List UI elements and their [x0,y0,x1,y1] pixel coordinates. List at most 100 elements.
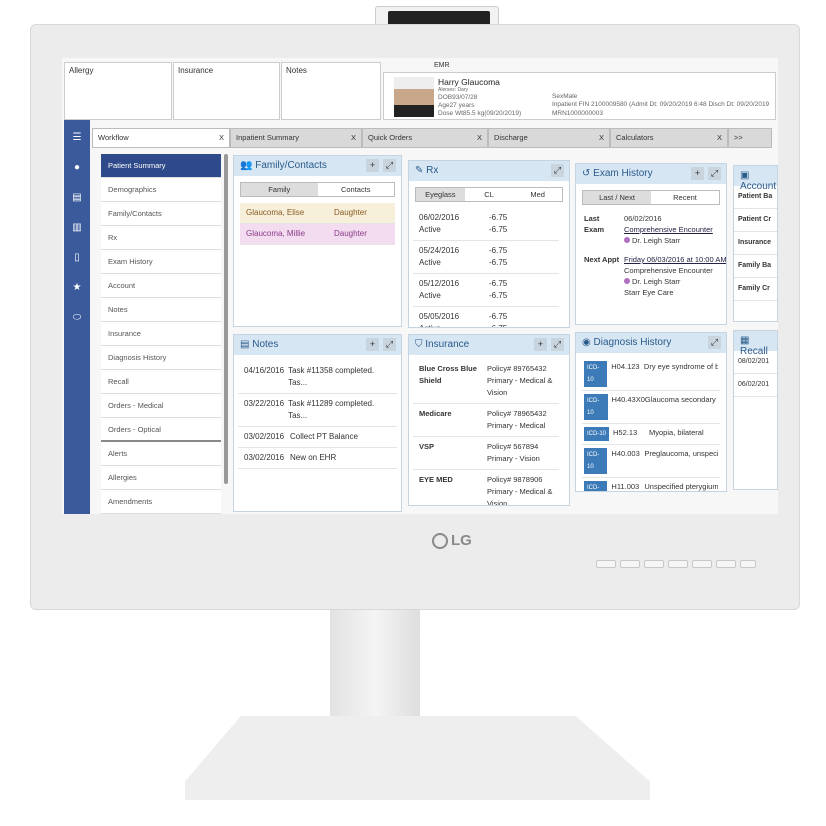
expand-icon[interactable]: ⤢ [708,167,721,180]
power-button[interactable] [740,560,756,568]
recall-row[interactable]: 06/02/201 [734,374,777,397]
workflow-item[interactable]: Alerts [101,442,221,466]
chart-icon[interactable]: ▥ [64,222,90,233]
rx-tab[interactable]: Eyeglass [416,188,465,201]
card-icon[interactable]: ▤ [64,192,90,203]
rx-od: -6.75 [489,279,508,288]
diagnosis-row[interactable]: ICD-10 H40.003 Preglaucoma, unspeci... [582,445,720,478]
account-row[interactable]: Patient Cr [734,209,777,232]
rx-tab[interactable]: CL [464,188,514,201]
document-icon[interactable]: ▯ [64,252,90,263]
family-row[interactable]: Glaucoma, Millie Daughter [240,224,395,245]
exam-last-encounter[interactable]: Comprehensive Encounter [624,224,713,235]
diagnosis-row[interactable]: ICD-10 H52.13 Myopia, bilateral [582,424,720,445]
tab-quick-orders[interactable]: Quick Orders X [362,128,488,148]
monitor-button[interactable] [692,560,712,568]
workflow-list: Patient Summary Demographics Family/Contac… [101,154,221,514]
workflow-item[interactable]: Account [101,274,221,298]
rx-row[interactable]: 05/12/2016 Active -6.75 -6.75 [413,274,559,307]
rx-row[interactable]: 05/24/2016 Active -6.75 -6.75 [413,241,559,274]
workflow-item[interactable]: Exam History [101,250,221,274]
note-row[interactable]: 03/02/2016 New on EHR [238,448,397,469]
diagnosis-row[interactable]: ICD-10 H04.123 Dry eye syndrome of b... [582,358,720,391]
workflow-item[interactable]: Patient Summary [101,154,221,178]
account-row[interactable]: Family Cr [734,278,777,301]
tab-inpatient-summary[interactable]: Inpatient Summary X [230,128,362,148]
tab-close-icon[interactable]: X [599,133,604,142]
user-icon[interactable]: ● [64,162,90,173]
diagnosis-desc: Unspecified pterygium... [644,482,718,491]
exam-tab[interactable]: Last / Next [583,191,651,204]
account-row[interactable]: Insurance [734,232,777,255]
workflow-item[interactable]: Family/Contacts [101,202,221,226]
add-button[interactable]: + [366,159,379,172]
family-tab[interactable]: Family [241,183,318,196]
monitor-button[interactable] [668,560,688,568]
insurance-box[interactable]: Insurance [173,62,280,120]
notes-box[interactable]: Notes [281,62,381,120]
tab-workflow[interactable]: Workflow X [92,128,230,148]
allergy-box[interactable]: Allergy [64,62,172,120]
workflow-item[interactable]: Rx [101,226,221,250]
family-row[interactable]: Glaucoma, Elise Daughter [240,203,395,224]
brand-text: LG [451,532,472,549]
workflow-scrollbar[interactable] [224,154,228,484]
workflow-item[interactable]: Notes [101,298,221,322]
exam-next-date[interactable]: Friday 06/03/2016 at 10:00 AM [624,254,726,265]
insurance-type: Primary - Medical & Vision [487,487,553,506]
workflow-item[interactable]: Demographics [101,178,221,202]
patient-alias: Alerses: Dary [438,87,469,93]
tab-close-icon[interactable]: X [477,133,482,142]
tab-close-icon[interactable]: X [717,133,722,142]
workflow-item[interactable]: Orders - Medical [101,394,221,418]
tab-discharge[interactable]: Discharge X [488,128,610,148]
workflow-item[interactable]: Amendments [101,490,221,514]
tab-calculators[interactable]: Calculators X [610,128,728,148]
rx-row[interactable]: 05/05/2016 Active-6.75 -6.75 [413,307,559,327]
rx-date: 05/24/2016 [419,246,460,255]
add-button[interactable]: + [534,338,547,351]
exam-next-encounter: Comprehensive Encounter [624,266,713,275]
monitor-button[interactable] [596,560,616,568]
diagnosis-row[interactable]: ICD-10H11.003 Unspecified pterygium... [582,478,720,491]
insurance-row[interactable]: Medicare Policy# 78965432 Primary - Medica… [413,404,559,437]
add-button[interactable]: + [691,167,704,180]
tab-close-icon[interactable]: X [219,133,224,142]
workflow-item[interactable]: Allergies [101,466,221,490]
expand-icon[interactable]: ⤢ [551,338,564,351]
monitor-button[interactable] [644,560,664,568]
family-tab[interactable]: Contacts [317,183,394,196]
expand-icon[interactable]: ⤢ [383,159,396,172]
tab-more[interactable]: >> [728,128,772,148]
rx-date: 05/12/2016 [419,279,460,288]
insurance-row[interactable]: EYE MED Policy# 9878906 Primary - Medical … [413,470,559,506]
expand-icon[interactable]: ⤢ [708,336,721,349]
account-row[interactable]: Family Ba [734,255,777,278]
star-icon[interactable]: ★ [64,282,90,293]
menu-icon[interactable]: ☰ [64,132,90,143]
monitor-button[interactable] [716,560,736,568]
diagnosis-code: H40.43X0 [611,395,645,404]
workflow-item[interactable]: Diagnosis History [101,346,221,370]
workflow-item[interactable]: Orders - Optical [101,418,221,442]
note-row[interactable]: 03/22/2016 Task #11289 completed. Tas... [238,394,397,427]
exam-body: Last Exam 06/02/2016 Comprehensive Encount… [576,211,726,324]
workflow-item[interactable]: Insurance [101,322,221,346]
account-panel-header: ▣ Account [734,166,777,192]
tab-close-icon[interactable]: X [351,133,356,142]
note-row[interactable]: 03/02/2016 Collect PT Balance [238,427,397,448]
workflow-item[interactable]: Recall [101,370,221,394]
doctor-dot-icon [624,278,630,284]
insurance-row[interactable]: Blue Cross Blue Shield Policy# 89765432 Pr… [413,359,559,404]
diagnosis-row[interactable]: ICD-10 H40.43X0 Glaucoma secondary ... [582,391,720,424]
insurance-row[interactable]: VSP Policy# 567894 Primary - Vision [413,437,559,470]
exam-tab[interactable]: Recent [651,191,719,204]
pill-icon[interactable]: ⬭ [64,312,90,323]
expand-icon[interactable]: ⤢ [383,338,396,351]
rx-tab[interactable]: Med [513,188,563,201]
note-row[interactable]: 04/16/2016 Task #11358 completed. Tas... [238,361,397,394]
add-button[interactable]: + [366,338,379,351]
expand-icon[interactable]: ⤢ [551,164,564,177]
rx-row[interactable]: 06/02/2016 Active -6.75 -6.75 [413,208,559,241]
monitor-button[interactable] [620,560,640,568]
